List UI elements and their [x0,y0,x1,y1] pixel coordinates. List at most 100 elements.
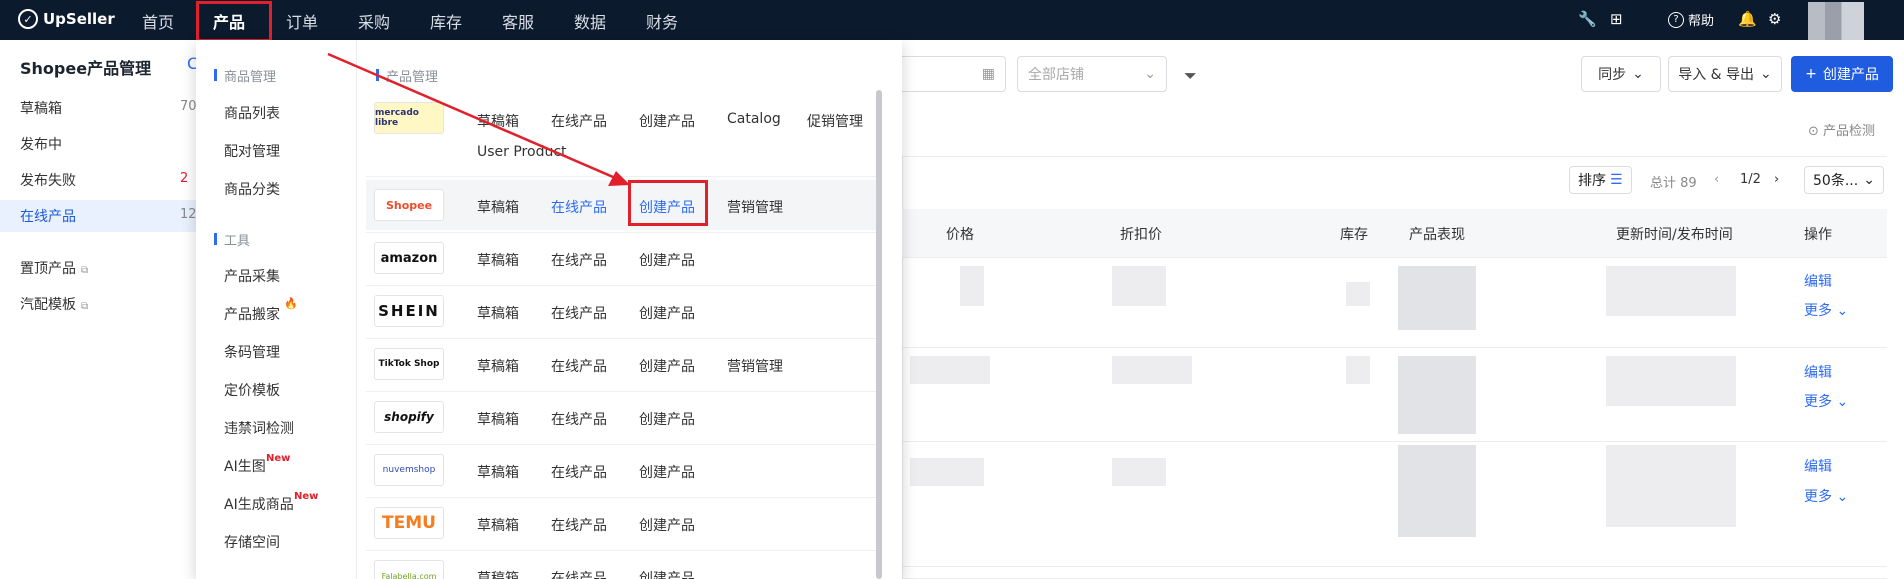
apps-icon[interactable]: ⊞ [1610,10,1623,28]
ml-online-link[interactable]: 在线产品 [551,111,607,131]
menu-item-ai-image[interactable]: AI生图 [224,456,266,476]
avatar[interactable] [1808,2,1864,40]
shein-create-link[interactable]: 创建产品 [639,303,695,323]
falabella-create-link[interactable]: 创建产品 [639,568,695,579]
tiktok-online-link[interactable]: 在线产品 [551,356,607,376]
menu-item-collect[interactable]: 产品采集 [224,266,280,286]
import-export-button[interactable]: 导入 & 导出 ⌄ [1668,56,1782,92]
menu-item-pairing[interactable]: 配对管理 [224,141,280,161]
shopify-drafts-link[interactable]: 草稿箱 [477,409,519,429]
sidebar-item-online[interactable]: 在线产品 [20,206,76,226]
tiktok-marketing-link[interactable]: 营销管理 [727,356,783,376]
brand-logo[interactable]: ✓ UpSeller [18,9,115,29]
nav-data[interactable]: 数据 [574,9,606,33]
wrench-icon[interactable]: 🔧 [1578,10,1597,28]
per-page-select[interactable]: 50条... ⌄ [1804,166,1884,194]
amazon-online-link[interactable]: 在线产品 [551,250,607,270]
col-stock: 库存 [1340,227,1368,243]
filter-icon[interactable]: ⏷ [1184,66,1197,86]
sidebar-item-failed[interactable]: 发布失败 [20,170,76,190]
search-icon: ⊙ [1808,124,1819,139]
temu-online-link[interactable]: 在线产品 [551,515,607,535]
nav-orders[interactable]: 订单 [286,9,318,33]
nuvemshop-online-link[interactable]: 在线产品 [551,462,607,482]
shein-online-link[interactable]: 在线产品 [551,303,607,323]
nav-purchase[interactable]: 采购 [358,9,390,33]
chevron-down-icon: ⌄ [1632,66,1644,82]
table-cell-blurred [1398,445,1476,537]
create-product-button[interactable]: + 创建产品 [1791,56,1893,92]
external-link-icon: ⧉ [81,265,89,276]
ml-promo-link[interactable]: 促销管理 [807,111,863,131]
temu-drafts-link[interactable]: 草稿箱 [477,515,519,535]
more-label: 更多 [1804,303,1832,319]
prev-page-icon[interactable]: ‹ [1714,172,1719,187]
sidebar-item-publishing[interactable]: 发布中 [20,134,62,154]
ml-drafts-link[interactable]: 草稿箱 [477,111,519,131]
menu-item-product-list[interactable]: 商品列表 [224,103,280,123]
menu-item-move[interactable]: 产品搬家 [224,304,280,324]
tiktok-create-link[interactable]: 创建产品 [639,356,695,376]
import-export-label: 导入 & 导出 [1678,67,1755,83]
more-label: 更多 [1804,489,1832,505]
menu-item-ai-product[interactable]: AI生成商品 [224,494,294,514]
edit-link[interactable]: 编辑 [1804,271,1832,291]
nav-customer-service[interactable]: 客服 [502,9,534,33]
sort-button[interactable]: 排序 ☰ [1569,166,1632,194]
sidebar-link-auto-template[interactable]: 汽配模板 ⧉ [20,294,88,314]
next-page-icon[interactable]: › [1774,172,1779,187]
gear-icon[interactable]: ⚙ [1768,10,1781,28]
mercadolibre-logo: mercado libre [374,102,444,134]
menu-scrollbar[interactable] [876,90,882,579]
nuvemshop-drafts-link[interactable]: 草稿箱 [477,462,519,482]
ml-create-link[interactable]: 创建产品 [639,111,695,131]
row-separator [366,497,880,498]
edit-link[interactable]: 编辑 [1804,456,1832,476]
help-button[interactable]: ? 帮助 [1668,10,1714,29]
store-select[interactable]: 全部店铺 ⌄ [1017,56,1167,92]
menu-item-banned-words[interactable]: 违禁词检测 [224,418,294,438]
nav-products-highlight [196,1,272,42]
bell-icon[interactable]: 🔔 [1738,10,1757,28]
edit-link[interactable]: 编辑 [1804,362,1832,382]
ml-catalog-link[interactable]: Catalog [727,111,781,127]
row-separator [902,257,1887,258]
more-link[interactable]: 更多 ⌄ [1804,300,1848,320]
menu-item-pricing-template[interactable]: 定价模板 [224,380,280,400]
sidebar-link-pinned[interactable]: 置顶产品 ⧉ [20,258,88,278]
falabella-drafts-link[interactable]: 草稿箱 [477,568,519,579]
sidebar-count-failed: 2 [180,171,189,186]
more-link[interactable]: 更多 ⌄ [1804,486,1848,506]
table-header [902,209,1887,257]
nav-finance[interactable]: 财务 [646,9,678,33]
shein-drafts-link[interactable]: 草稿箱 [477,303,519,323]
shopify-online-link[interactable]: 在线产品 [551,409,607,429]
nav-home[interactable]: 首页 [142,9,174,33]
temu-create-link[interactable]: 创建产品 [639,515,695,535]
chevron-down-icon: ⌄ [1144,66,1156,82]
tiktok-drafts-link[interactable]: 草稿箱 [477,356,519,376]
col-update-time: 更新时间/发布时间 [1616,227,1733,243]
menu-item-category[interactable]: 商品分类 [224,179,280,199]
menu-item-barcode[interactable]: 条码管理 [224,342,280,362]
sidebar-item-drafts[interactable]: 草稿箱 [20,98,62,118]
help-label: 帮助 [1688,14,1715,29]
shopify-logo: shopify [374,401,444,433]
ml-user-product-link[interactable]: User Product [477,144,567,160]
shopify-create-link[interactable]: 创建产品 [639,409,695,429]
more-link[interactable]: 更多 ⌄ [1804,391,1848,411]
sort-icon: ☰ [1610,172,1623,188]
nav-inventory[interactable]: 库存 [430,9,462,33]
menu-item-storage[interactable]: 存储空间 [224,532,280,552]
sidebar-link-auto-template-label: 汽配模板 [20,297,76,313]
shopee-marketing-link[interactable]: 营销管理 [727,197,783,217]
table-cell-blurred [1606,266,1736,316]
product-check-link[interactable]: ⊙ 产品检测 [1808,120,1875,139]
amazon-drafts-link[interactable]: 草稿箱 [477,250,519,270]
falabella-online-link[interactable]: 在线产品 [551,568,607,579]
shopee-drafts-link[interactable]: 草稿箱 [477,197,519,217]
nuvemshop-create-link[interactable]: 创建产品 [639,462,695,482]
sync-button[interactable]: 同步 ⌄ [1581,56,1661,92]
shopee-online-link[interactable]: 在线产品 [551,197,607,217]
amazon-create-link[interactable]: 创建产品 [639,250,695,270]
